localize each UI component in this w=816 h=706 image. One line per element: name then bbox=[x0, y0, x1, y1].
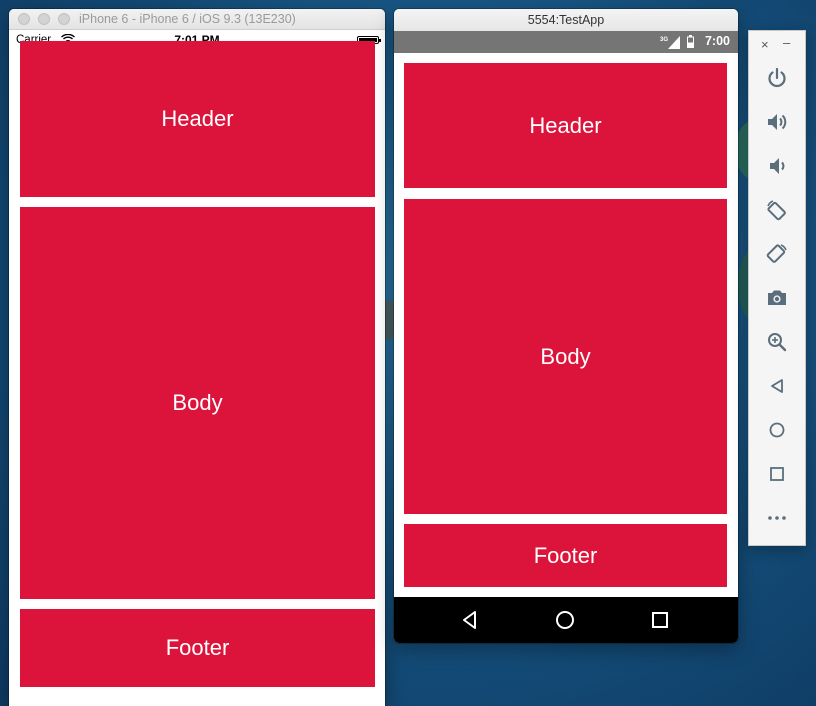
minimize-window-button[interactable] bbox=[38, 13, 50, 25]
camera-icon bbox=[768, 290, 786, 305]
nav-overview-icon[interactable] bbox=[648, 608, 672, 632]
power-button[interactable] bbox=[765, 66, 789, 90]
android-status-bar: 3G 7:00 bbox=[394, 31, 738, 53]
android-nav-bar bbox=[394, 597, 738, 643]
more-button[interactable] bbox=[765, 506, 789, 530]
back-icon bbox=[771, 379, 783, 393]
volume-down-icon bbox=[770, 158, 785, 174]
android-footer-block: Footer bbox=[404, 524, 727, 587]
android-body-block: Body bbox=[404, 199, 727, 514]
ios-body-block: Body bbox=[20, 207, 375, 599]
rotate-left-button[interactable] bbox=[765, 198, 789, 222]
ios-footer-block: Footer bbox=[20, 609, 375, 687]
nav-back-icon[interactable] bbox=[458, 608, 482, 632]
android-header-block: Header bbox=[404, 63, 727, 188]
rotate-right-icon bbox=[766, 244, 787, 263]
network-type-label: 3G bbox=[660, 37, 668, 43]
android-emulator-window: 5554:TestApp 3G 7:00 Header Body Footer bbox=[394, 9, 738, 643]
android-window-title: 5554:TestApp bbox=[527, 13, 605, 27]
overview-button[interactable] bbox=[765, 462, 789, 486]
rotate-left-icon bbox=[767, 200, 786, 221]
zoom-icon bbox=[768, 333, 787, 352]
android-header-label: Header bbox=[529, 112, 602, 138]
android-body-label: Body bbox=[540, 343, 591, 369]
zoom-window-button[interactable] bbox=[58, 13, 70, 25]
emulator-toolbar: × – bbox=[748, 30, 806, 546]
ios-body-label: Body bbox=[172, 390, 223, 415]
ios-simulator-window: iPhone 6 - iPhone 6 / iOS 9.3 (13E230) C… bbox=[9, 9, 385, 706]
home-icon bbox=[769, 422, 785, 438]
overview-icon bbox=[770, 467, 784, 481]
screenshot-button[interactable] bbox=[765, 286, 789, 310]
ios-header-label: Header bbox=[161, 106, 234, 131]
signal-icon: 3G bbox=[660, 36, 680, 49]
nav-home-icon[interactable] bbox=[553, 608, 577, 632]
android-titlebar[interactable]: 5554:TestApp bbox=[394, 9, 738, 31]
android-battery-icon bbox=[687, 35, 694, 48]
ios-footer-label: Footer bbox=[165, 635, 230, 660]
ios-titlebar[interactable]: iPhone 6 - iPhone 6 / iOS 9.3 (13E230) bbox=[9, 9, 385, 30]
volume-up-icon bbox=[768, 114, 787, 130]
toolbar-minimize-button[interactable]: – bbox=[783, 35, 790, 50]
ios-header-block: Header bbox=[20, 41, 375, 197]
more-icon bbox=[768, 516, 786, 520]
home-button[interactable] bbox=[765, 418, 789, 442]
android-footer-label: Footer bbox=[533, 542, 598, 568]
volume-down-button[interactable] bbox=[765, 154, 789, 178]
toolbar-close-button[interactable]: × bbox=[761, 37, 769, 52]
ios-window-title: iPhone 6 - iPhone 6 / iOS 9.3 (13E230) bbox=[79, 12, 296, 26]
zoom-button[interactable] bbox=[765, 330, 789, 354]
back-button[interactable] bbox=[765, 374, 789, 398]
power-icon bbox=[768, 67, 786, 88]
volume-up-button[interactable] bbox=[765, 110, 789, 134]
close-window-button[interactable] bbox=[18, 13, 30, 25]
rotate-right-button[interactable] bbox=[765, 242, 789, 266]
android-clock: 7:00 bbox=[704, 34, 730, 48]
